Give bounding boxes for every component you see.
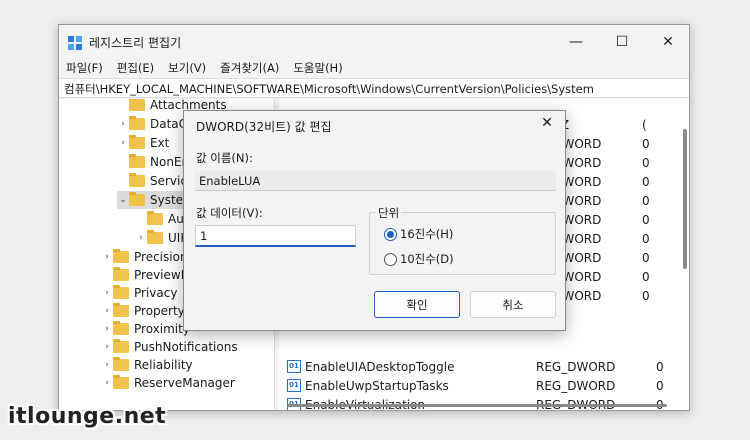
maximize-button[interactable]: ☐ <box>599 25 645 59</box>
tree-item[interactable]: › Ext <box>117 134 169 152</box>
value-name: EnableUIADesktopToggle <box>305 359 455 374</box>
folder-icon <box>113 285 129 299</box>
chevron-down-icon[interactable]: ⌄ <box>117 195 129 205</box>
folder-icon <box>129 192 145 206</box>
tree-item-label: Reliability <box>134 358 193 372</box>
title-bar: 레지스트리 편집기 — ☐ ✕ <box>59 25 689 59</box>
base-group-label: 단위 <box>376 205 402 221</box>
address-bar[interactable]: 컴퓨터\HKEY_LOCAL_MACHINE\SOFTWARE\Microsof… <box>59 78 689 98</box>
chevron-right-icon[interactable]: › <box>101 252 113 262</box>
dialog-title: DWORD(32비트) 값 편집 <box>196 120 332 134</box>
tree-item-label: PushNotifications <box>134 340 238 354</box>
vertical-scrollbar[interactable] <box>683 129 687 269</box>
registry-editor-icon <box>68 36 82 50</box>
menu-bar: 파일(F) 편집(E) 보기(V) 즐겨찾기(A) 도움말(H) <box>59 58 689 78</box>
value-type: REG_DWORD <box>536 359 616 374</box>
value-row[interactable]: 01 EnableUwpStartupTasks REG_DWORD 0 <box>279 376 679 395</box>
chevron-right-icon[interactable]: › <box>101 288 113 298</box>
dec-radio-option[interactable]: 10진수(D) <box>384 251 454 267</box>
folder-icon <box>113 339 129 353</box>
value-data: 0 <box>642 212 650 227</box>
tree-item-label: Proximity <box>134 322 190 336</box>
value-data: 0 <box>642 136 650 151</box>
folder-icon <box>129 116 145 130</box>
chevron-right-icon[interactable]: › <box>101 306 113 316</box>
tree-item[interactable]: › Proximity <box>101 320 190 338</box>
menu-view[interactable]: 보기(V) <box>161 58 213 78</box>
value-data: 0 <box>656 378 664 393</box>
menu-favorites[interactable]: 즐겨찾기(A) <box>213 58 286 78</box>
dec-label: 10진수(D) <box>400 252 454 266</box>
horizontal-scrollbar[interactable] <box>287 404 667 407</box>
chevron-right-icon[interactable]: › <box>101 360 113 370</box>
reg-dword-icon: 01 <box>287 379 301 392</box>
folder-icon <box>129 135 145 149</box>
hex-radio-option[interactable]: 16진수(H) <box>384 226 453 242</box>
folder-icon <box>147 230 163 244</box>
tree-item[interactable]: › ReserveManager <box>101 374 235 392</box>
menu-help[interactable]: 도움말(H) <box>286 58 349 78</box>
value-data-label: 값 데이터(V): <box>196 206 263 220</box>
cancel-button[interactable]: 취소 <box>470 291 556 318</box>
value-row[interactable]: 01EnableVirtualizationREG_DWORD0 <box>279 395 679 410</box>
value-data: 0 <box>642 231 650 246</box>
radio-unchecked-icon[interactable] <box>384 252 397 266</box>
menu-file[interactable]: 파일(F) <box>59 58 110 78</box>
folder-icon <box>113 267 129 281</box>
value-data: 0 <box>656 359 664 374</box>
minimize-button[interactable]: — <box>553 25 599 59</box>
value-data: 0 <box>642 193 650 208</box>
folder-icon <box>113 249 129 263</box>
folder-icon <box>129 99 145 111</box>
value-data-input[interactable]: 1 <box>195 225 356 247</box>
value-data: 0 <box>642 288 650 303</box>
folder-icon <box>113 303 129 317</box>
tree-item-label: Privacy <box>134 286 178 300</box>
value-row[interactable]: 01 EnableUIADesktopToggle REG_DWORD 0 <box>279 357 679 376</box>
folder-icon <box>129 173 145 187</box>
tree-item[interactable]: › Privacy <box>101 284 177 302</box>
close-button[interactable]: ✕ <box>645 25 689 59</box>
chevron-right-icon[interactable]: › <box>117 138 129 148</box>
value-name-field: EnableLUA <box>195 171 556 191</box>
value-type: REG_DWORD <box>536 378 616 393</box>
value-name-label: 값 이름(N): <box>196 151 253 165</box>
folder-icon <box>113 357 129 371</box>
reg-dword-icon: 01 <box>287 360 301 373</box>
chevron-right-icon[interactable]: › <box>101 324 113 334</box>
folder-icon <box>113 321 129 335</box>
tree-item[interactable]: › Reliability <box>101 356 193 374</box>
tree-item[interactable]: › PushNotifications <box>101 338 238 356</box>
chevron-right-icon[interactable]: › <box>135 233 147 243</box>
menu-edit[interactable]: 편집(E) <box>110 58 161 78</box>
value-data: 0 <box>642 174 650 189</box>
value-data: 0 <box>642 250 650 265</box>
hex-label: 16진수(H) <box>400 227 454 241</box>
value-data: ( <box>642 117 647 132</box>
watermark: itlounge.net <box>8 404 167 429</box>
window-title: 레지스트리 편집기 <box>89 36 182 50</box>
tree-item-label: Ext <box>150 136 170 150</box>
edit-dword-dialog: DWORD(32비트) 값 편집 ✕ 값 이름(N): EnableLUA 값 … <box>183 110 566 331</box>
chevron-right-icon[interactable]: › <box>117 119 129 129</box>
folder-icon <box>129 154 145 168</box>
value-data: 0 <box>642 269 650 284</box>
value-data: 0 <box>642 155 650 170</box>
ok-button[interactable]: 확인 <box>374 291 460 318</box>
tree-item-label: ReserveManager <box>134 376 235 390</box>
folder-icon <box>113 375 129 389</box>
radio-checked-icon[interactable] <box>384 227 397 241</box>
chevron-right-icon[interactable]: › <box>101 378 113 388</box>
folder-icon <box>147 211 163 225</box>
dialog-close-button[interactable]: ✕ <box>533 111 561 135</box>
value-name: EnableUwpStartupTasks <box>305 378 449 393</box>
chevron-right-icon[interactable]: › <box>101 342 113 352</box>
